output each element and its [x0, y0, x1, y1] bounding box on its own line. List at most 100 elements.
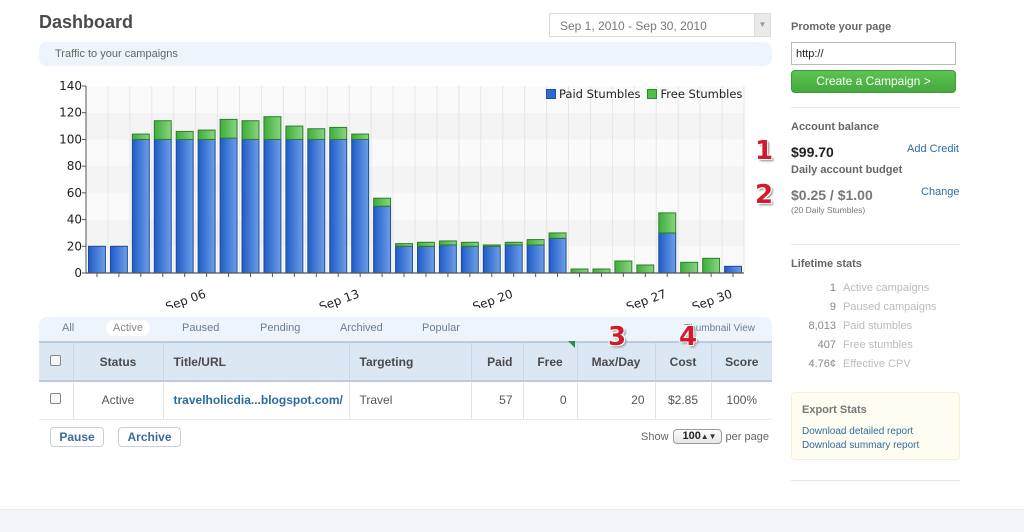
bar-free-sep-11	[307, 128, 326, 140]
bar-free-sep-08	[241, 120, 260, 140]
stat-label: Paused campaigns	[843, 301, 937, 313]
budget-sub: (20 Daily Stumbles)	[791, 205, 866, 215]
campaigns-table: Status Title/URL Targeting Paid Free Max…	[39, 341, 772, 420]
y-tick-label: 40	[67, 213, 82, 227]
select-all-checkbox[interactable]	[50, 354, 62, 366]
select-all-header	[39, 341, 74, 382]
bar-free-sep-18	[460, 241, 479, 247]
bar-free-sep-15	[395, 243, 414, 247]
legend-label-free: Free Stumbles	[660, 87, 743, 101]
tab-active[interactable]: Active	[106, 320, 150, 336]
date-range-select[interactable]: Sep 1, 2010 - Sep 30, 2010 ▼	[549, 13, 771, 37]
bar-paid-sep-16	[417, 245, 435, 274]
chevron-down-icon[interactable]: ▼	[754, 14, 770, 36]
page-title: Dashboard	[39, 12, 134, 32]
x-tick-label: Sep 27	[624, 287, 668, 308]
bar-free-sep-20	[504, 241, 523, 246]
archive-button[interactable]: Archive	[118, 427, 181, 447]
bar-paid-sep-21	[526, 244, 545, 274]
bar-paid-sep-19	[482, 245, 501, 274]
bar-free-sep-14	[373, 197, 392, 207]
row-status: Active	[73, 381, 164, 420]
download-summary-report-link[interactable]: Download summary report	[802, 440, 919, 451]
y-tick-label: 120	[59, 106, 82, 120]
x-tick-label: Sep 30	[690, 287, 734, 308]
bar-paid-sep-08	[241, 138, 260, 274]
tab-paused[interactable]: Paused	[182, 322, 219, 334]
tab-pending[interactable]: Pending	[260, 322, 300, 334]
y-tick-label: 100	[59, 132, 82, 146]
download-detailed-report-link[interactable]: Download detailed report	[802, 426, 913, 437]
bar-free-sep-28	[680, 261, 699, 274]
row-paid: 57	[471, 381, 524, 420]
column-marker-icon	[568, 341, 575, 348]
annotation-1: 1	[755, 136, 774, 166]
create-campaign-button[interactable]: Create a Campaign >	[791, 70, 956, 93]
footer-strip	[0, 509, 1024, 532]
chart-legend: Paid Stumbles Free Stumbles	[546, 87, 742, 101]
x-tick-label: Sep 06	[164, 287, 208, 308]
x-tick-label: Sep 13	[317, 287, 361, 308]
row-checkbox[interactable]	[50, 393, 62, 405]
bar-paid-sep-14	[373, 205, 392, 274]
change-budget-link[interactable]: Change	[921, 186, 960, 198]
col-targeting[interactable]: Targeting	[349, 341, 472, 382]
tab-all[interactable]: All	[62, 322, 74, 334]
bar-paid-sep-03	[131, 138, 150, 274]
bar-paid-sep-09	[263, 138, 282, 274]
date-range-value: Sep 1, 2010 - Sep 30, 2010	[560, 19, 707, 33]
y-tick-label: 140	[59, 79, 82, 93]
bar-free-sep-19	[482, 244, 501, 247]
promote-url-input[interactable]	[791, 42, 956, 65]
per-page-label: per page	[725, 430, 769, 443]
row-targeting: Travel	[349, 381, 472, 420]
lifetime-heading: Lifetime stats	[791, 258, 862, 270]
stat-label: Effective CPV	[843, 358, 911, 370]
tab-popular[interactable]: Popular	[422, 322, 460, 334]
legend-swatch-paid	[546, 89, 556, 99]
bar-paid-sep-30	[724, 265, 742, 274]
bar-free-sep-10	[285, 125, 304, 140]
bar-paid-sep-13	[351, 138, 370, 274]
y-tick-label: 20	[67, 239, 82, 253]
campaign-filter-tabs: All Active Paused Pending Archived Popul…	[39, 317, 772, 341]
bar-free-sep-06	[197, 129, 216, 140]
bar-free-sep-26	[636, 264, 655, 274]
row-free: 0	[523, 381, 578, 420]
bar-paid-sep-05	[175, 138, 194, 274]
add-credit-link[interactable]: Add Credit	[907, 143, 959, 155]
bar-free-sep-29	[702, 257, 721, 274]
sidebar-divider	[791, 107, 960, 108]
legend-swatch-free	[647, 89, 658, 99]
stat-value: 8,013	[808, 320, 836, 332]
y-tick-label: 60	[67, 186, 82, 200]
col-status[interactable]: Status	[73, 341, 164, 382]
row-title-cell: travelholicdia...blogspot.com/	[163, 381, 350, 420]
bar-free-sep-04	[153, 120, 172, 140]
row-select-cell	[39, 381, 74, 420]
stat-value: 1	[829, 282, 836, 294]
stat-label: Active campaigns	[843, 282, 930, 294]
tab-archived[interactable]: Archived	[340, 322, 383, 334]
bar-paid-sep-15	[395, 245, 414, 274]
bar-paid-sep-04	[153, 138, 172, 274]
col-title-url[interactable]: Title/URL	[163, 341, 350, 382]
campaign-url-link[interactable]: travelholicdia...blogspot.com/	[174, 393, 343, 407]
col-score[interactable]: Score	[711, 341, 772, 382]
per-page-select[interactable]: 100 ▲▼	[672, 429, 722, 444]
bar-free-sep-05	[175, 130, 194, 140]
pause-button[interactable]: Pause	[50, 427, 104, 447]
budget-heading: Daily account budget	[791, 164, 903, 176]
bar-paid-sep-10	[285, 138, 304, 274]
bar-free-sep-09	[263, 116, 282, 140]
y-tick-label: 80	[67, 159, 82, 173]
annotation-2: 2	[755, 180, 774, 210]
sidebar-divider	[791, 244, 960, 245]
bar-free-sep-13	[351, 133, 370, 140]
col-paid[interactable]: Paid	[471, 341, 524, 382]
bar-free-sep-24	[592, 268, 611, 274]
bar-free-sep-17	[438, 240, 457, 246]
bar-paid-sep-17	[438, 244, 457, 274]
row-max-day: 20	[577, 381, 656, 420]
bar-paid-sep-12	[329, 138, 348, 274]
